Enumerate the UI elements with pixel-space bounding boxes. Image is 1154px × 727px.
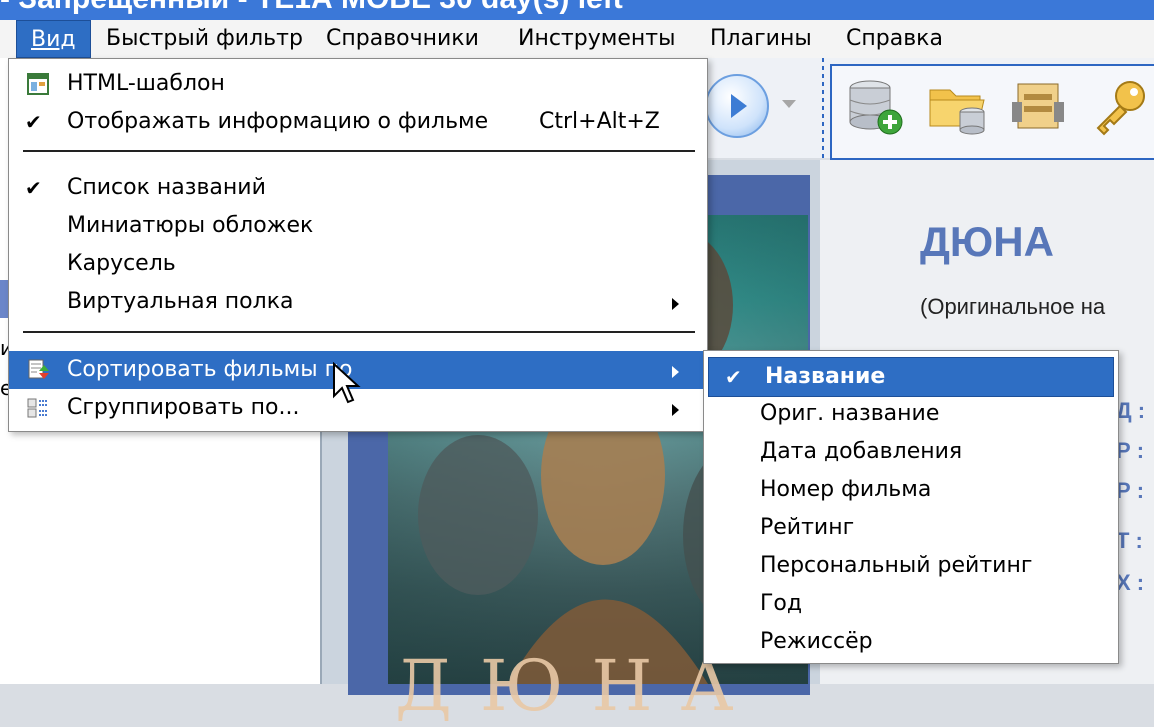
html-template-icon bbox=[27, 73, 49, 95]
sort-icon bbox=[28, 359, 49, 379]
checkmark-icon: ✔ bbox=[725, 365, 742, 389]
movie-title: ДЮНА bbox=[920, 218, 1054, 265]
field-label-3: Р : bbox=[1116, 478, 1145, 503]
sort-option-label: Ориг. название bbox=[760, 401, 940, 426]
menu-item-virtual-shelf[interactable]: Виртуальная полка bbox=[9, 283, 707, 321]
sort-option-label: Режиссёр bbox=[760, 629, 873, 654]
menu-item-label: Сгруппировать по... bbox=[67, 395, 300, 420]
field-label-5: Х : bbox=[1116, 570, 1145, 595]
menu-plugins[interactable]: Плагины bbox=[710, 20, 812, 58]
sort-option-label: Название bbox=[765, 364, 886, 389]
group-icon bbox=[27, 398, 48, 418]
menu-item-cover-thumbnails[interactable]: Миниатюры обложек bbox=[9, 207, 707, 245]
menu-view-label: Вид bbox=[31, 27, 76, 52]
checkmark-icon: ✔ bbox=[25, 110, 42, 134]
sort-option-rating[interactable]: Рейтинг bbox=[704, 509, 1118, 547]
sort-option-label: Персональный рейтинг bbox=[760, 553, 1033, 578]
sort-option-label: Номер фильма bbox=[760, 477, 932, 502]
sort-option-director[interactable]: Режиссёр bbox=[704, 623, 1118, 661]
sort-option-original-title[interactable]: Ориг. название bbox=[704, 395, 1118, 433]
menu-item-shortcut: Ctrl+Alt+Z bbox=[539, 109, 660, 134]
menu-view[interactable]: Вид bbox=[16, 20, 91, 58]
menu-item-label: Карусель bbox=[67, 251, 176, 276]
compress-database-icon[interactable] bbox=[1010, 76, 1070, 136]
toolbar-grip bbox=[822, 58, 824, 158]
menu-item-show-movie-info[interactable]: ✔ Отображать информацию о фильме Ctrl+Al… bbox=[9, 103, 707, 141]
field-label-2: Р : bbox=[1116, 438, 1145, 463]
sort-option-personal-rating[interactable]: Персональный рейтинг bbox=[704, 547, 1118, 585]
menu-quick-filter[interactable]: Быстрый фильтр bbox=[106, 20, 303, 58]
menu-separator bbox=[23, 331, 695, 333]
sort-option-title[interactable]: ✔ Название bbox=[708, 357, 1114, 397]
sort-option-date-added[interactable]: Дата добавления bbox=[704, 433, 1118, 471]
sort-submenu: ✔ Название Ориг. название Дата добавлени… bbox=[703, 350, 1119, 664]
key-icon[interactable] bbox=[1090, 76, 1150, 136]
sort-option-label: Рейтинг bbox=[760, 515, 855, 540]
submenu-arrow-icon bbox=[672, 404, 679, 416]
field-label-4: Т : bbox=[1116, 528, 1143, 553]
submenu-arrow-icon bbox=[672, 366, 679, 378]
menu-references[interactable]: Справочники bbox=[326, 20, 479, 58]
sort-option-movie-number[interactable]: Номер фильма bbox=[704, 471, 1118, 509]
play-dropdown-arrow-icon[interactable] bbox=[782, 100, 796, 108]
menu-item-html-template[interactable]: HTML-шаблон bbox=[9, 65, 707, 103]
menu-item-label: Список названий bbox=[67, 175, 266, 200]
open-folder-database-icon[interactable] bbox=[928, 76, 988, 136]
menu-item-label: Сортировать фильмы по bbox=[67, 357, 353, 382]
mouse-cursor-icon bbox=[333, 362, 361, 404]
window-titlebar: - Запрещённый - ТЁ1А МОВЕ 30 day(s) left bbox=[0, 0, 1154, 20]
submenu-arrow-icon bbox=[672, 298, 679, 310]
field-label-1: Д : bbox=[1116, 398, 1146, 423]
sort-option-label: Год bbox=[760, 591, 803, 616]
movie-original-title: (Оригинальное на bbox=[920, 294, 1106, 319]
sort-option-label: Дата добавления bbox=[760, 439, 963, 464]
sort-option-year[interactable]: Год bbox=[704, 585, 1118, 623]
menu-item-label: Виртуальная полка bbox=[67, 289, 294, 314]
add-database-icon[interactable] bbox=[846, 76, 906, 136]
menu-item-title-list[interactable]: ✔ Список названий bbox=[9, 169, 707, 207]
menu-item-label: Отображать информацию о фильме bbox=[67, 109, 489, 134]
checkmark-icon: ✔ bbox=[25, 176, 42, 200]
menu-bar: Вид Быстрый фильтр Справочники Инструмен… bbox=[0, 20, 1154, 59]
play-button[interactable] bbox=[705, 74, 769, 138]
menu-item-label: Миниатюры обложек bbox=[67, 213, 314, 238]
menu-separator bbox=[23, 150, 695, 152]
menu-tools[interactable]: Инструменты bbox=[518, 20, 675, 58]
window-title: - Запрещённый - ТЁ1А МОВЕ 30 day(s) left bbox=[0, 0, 623, 16]
menu-help[interactable]: Справка bbox=[846, 20, 943, 58]
menu-item-label: HTML-шаблон bbox=[67, 71, 225, 96]
menu-item-carousel[interactable]: Карусель bbox=[9, 245, 707, 283]
